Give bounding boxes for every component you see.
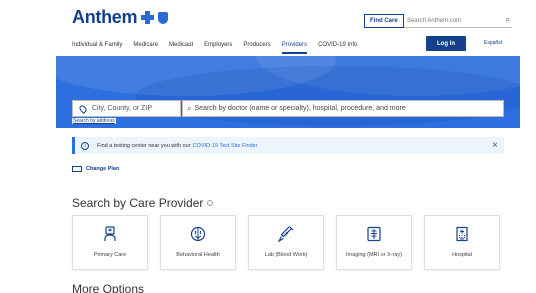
card-label: Hospital — [452, 252, 472, 258]
care-provider-cards: Primary Care Behavioral Health Lab (Bloo… — [72, 215, 504, 270]
location-input[interactable]: City, County, or ZIP — [72, 100, 181, 117]
nav-item-covid-info[interactable]: COVID-19 Info — [318, 42, 357, 54]
main-nav: Individual & Family Medicare Medicaid Em… — [72, 42, 357, 54]
close-icon[interactable]: × — [492, 140, 498, 151]
search-icon[interactable]: ⌕ — [506, 15, 510, 25]
location-placeholder: City, County, or ZIP — [92, 105, 153, 112]
card-behavioral-health[interactable]: Behavioral Health — [160, 215, 236, 270]
xray-icon — [367, 226, 381, 242]
covid-notice-banner: i Find a testing center near you with ou… — [72, 137, 504, 154]
more-options-title: More Options — [72, 282, 145, 293]
site-search-input[interactable]: Search Anthem.com ⌕ — [404, 14, 512, 28]
card-label: Behavioral Health — [176, 252, 220, 258]
change-plan-link[interactable]: Change Plan — [72, 166, 119, 172]
location-pin-icon — [78, 103, 88, 114]
site-search-placeholder: Search Anthem.com — [407, 17, 462, 24]
section-title: Search by Care Provider — [72, 196, 214, 210]
notice-text: Find a testing center near you with our — [97, 142, 191, 149]
doctor-icon — [104, 226, 116, 241]
nav-item-employers[interactable]: Employers — [204, 42, 232, 54]
card-hospital[interactable]: Hospital — [424, 215, 500, 270]
provider-search-placeholder: Search by doctor (name or specialty), ho… — [194, 105, 406, 112]
nav-item-medicaid[interactable]: Medicaid — [169, 42, 193, 54]
nav-item-providers[interactable]: Providers — [281, 42, 308, 54]
nav-item-producers[interactable]: Producers — [243, 42, 270, 54]
hospital-icon — [456, 226, 468, 242]
anthem-logo[interactable]: Anthem — [72, 7, 169, 28]
search-by-address-link[interactable]: Search by address — [72, 118, 116, 124]
find-care-button[interactable]: Find Care — [364, 14, 404, 28]
cross-logo-icon — [141, 11, 155, 24]
hero-banner — [56, 56, 520, 128]
search-icon: ⌕ — [187, 103, 192, 113]
card-primary-care[interactable]: Primary Care — [72, 215, 148, 270]
test-site-finder-link[interactable]: COVID-19 Test Site Finder — [193, 143, 258, 149]
card-lab-blood-work[interactable]: Lab (Blood Work) — [248, 215, 324, 270]
logo-text: Anthem — [72, 7, 138, 27]
syringe-icon — [278, 226, 294, 242]
card-label: Lab (Blood Work) — [264, 252, 308, 258]
section-title-text: Search by Care Provider — [72, 196, 204, 210]
brain-icon — [190, 226, 206, 242]
nav-item-individual-family[interactable]: Individual & Family — [72, 42, 122, 54]
language-link[interactable]: Español — [484, 40, 502, 46]
card-label: Imaging (MRI or X-ray) — [346, 252, 402, 258]
shield-logo-icon — [158, 11, 169, 24]
provider-search-input[interactable]: ⌕ Search by doctor (name or specialty), … — [182, 100, 504, 117]
change-plan-label: Change Plan — [86, 166, 120, 172]
hero-wave — [136, 66, 520, 126]
card-label: Primary Care — [93, 252, 127, 258]
login-button[interactable]: Log In — [426, 36, 466, 51]
help-icon[interactable] — [207, 200, 214, 206]
id-card-icon — [72, 166, 82, 172]
nav-item-medicare[interactable]: Medicare — [133, 42, 158, 54]
info-icon: i — [81, 141, 89, 150]
card-imaging[interactable]: Imaging (MRI or X-ray) — [336, 215, 412, 270]
page-frame: Anthem Find Care Search Anthem.com ⌕ Ind… — [56, 0, 520, 293]
